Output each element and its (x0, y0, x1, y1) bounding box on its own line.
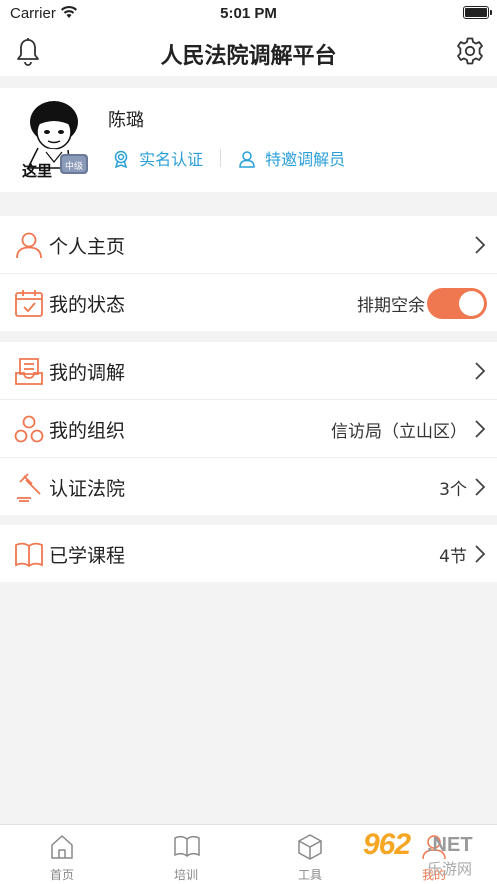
book-icon (14, 539, 44, 569)
courts-count: 3个 (439, 480, 467, 500)
watermark-number: 962 (363, 828, 411, 861)
badge-label: 特邀调解员 (265, 150, 346, 169)
menu-item-label: 已学课程 (49, 545, 126, 567)
toggle-knob (459, 291, 484, 316)
gear-icon[interactable] (455, 36, 485, 70)
nav-bar: 人民法院调解平台 (0, 28, 497, 76)
schedule-available-toggle[interactable] (427, 288, 487, 319)
clock: 5:01 PM (220, 5, 277, 22)
tab-tools[interactable]: 工具 (248, 825, 372, 884)
chevron-right-icon (474, 361, 486, 385)
person-icon (238, 150, 265, 169)
watermark-suffix: .NET (427, 834, 473, 856)
page-title: 人民法院调解平台 (160, 44, 337, 69)
organization-icon (14, 414, 44, 444)
tab-label: 首页 (49, 868, 74, 882)
real-name-certified-badge[interactable]: 实名认证 (112, 146, 203, 170)
menu-item-courses[interactable]: 已学课程 4节 (0, 525, 497, 582)
menu-item-personal-home[interactable]: 个人主页 (0, 216, 497, 274)
menu-group-work: 我的调解 我的组织 信访局（立山区） 认证法院 3个 (0, 342, 497, 515)
avatar-caption: 这里 (22, 162, 53, 180)
watermark-cn: 乐游网 (427, 861, 473, 878)
person-icon (14, 230, 44, 260)
calendar-icon (14, 288, 44, 318)
profile-name: 陈璐 (108, 110, 144, 131)
battery-icon (463, 6, 492, 19)
courses-count: 4节 (439, 547, 467, 567)
organization-value: 信访局（立山区） (331, 422, 467, 442)
watermark-logo: 962 .NET 乐游网 (361, 828, 489, 880)
gavel-icon (14, 472, 44, 502)
tab-label: 工具 (297, 868, 322, 882)
tab-home[interactable]: 首页 (0, 825, 124, 884)
menu-item-my-organization[interactable]: 我的组织 信访局（立山区） (0, 400, 497, 458)
document-icon (14, 356, 44, 386)
menu-item-label: 我的状态 (49, 294, 126, 316)
tab-label: 培训 (173, 868, 198, 882)
tab-training[interactable]: 培训 (124, 825, 248, 884)
status-value: 排期空余 (357, 296, 425, 316)
menu-item-certified-courts[interactable]: 认证法院 3个 (0, 458, 497, 515)
chevron-right-icon (474, 235, 486, 259)
certified-icon (112, 150, 139, 169)
menu-item-label: 我的组织 (49, 420, 126, 442)
chevron-right-icon (474, 477, 486, 501)
menu-item-my-mediation[interactable]: 我的调解 (0, 342, 497, 400)
menu-group-personal: 个人主页 我的状态 排期空余 (0, 216, 497, 331)
menu-group-learning: 已学课程 4节 (0, 525, 497, 582)
invited-mediator-badge[interactable]: 特邀调解员 (238, 146, 345, 170)
status-bar: Carrier 5:01 PM (0, 0, 497, 28)
menu-item-my-status[interactable]: 我的状态 排期空余 (0, 274, 497, 331)
avatar[interactable]: 这里 中级 (18, 98, 90, 180)
menu-item-label: 认证法院 (49, 478, 126, 500)
chevron-right-icon (474, 544, 486, 568)
badge-label: 实名认证 (139, 150, 204, 169)
badge-divider (220, 149, 221, 167)
avatar-badge: 中级 (65, 162, 84, 172)
menu-item-label: 个人主页 (49, 236, 126, 258)
menu-item-label: 我的调解 (49, 362, 126, 384)
profile-card[interactable]: 这里 中级 陈璐 实名认证 特邀调解员 (0, 88, 497, 192)
chevron-right-icon (474, 419, 486, 443)
